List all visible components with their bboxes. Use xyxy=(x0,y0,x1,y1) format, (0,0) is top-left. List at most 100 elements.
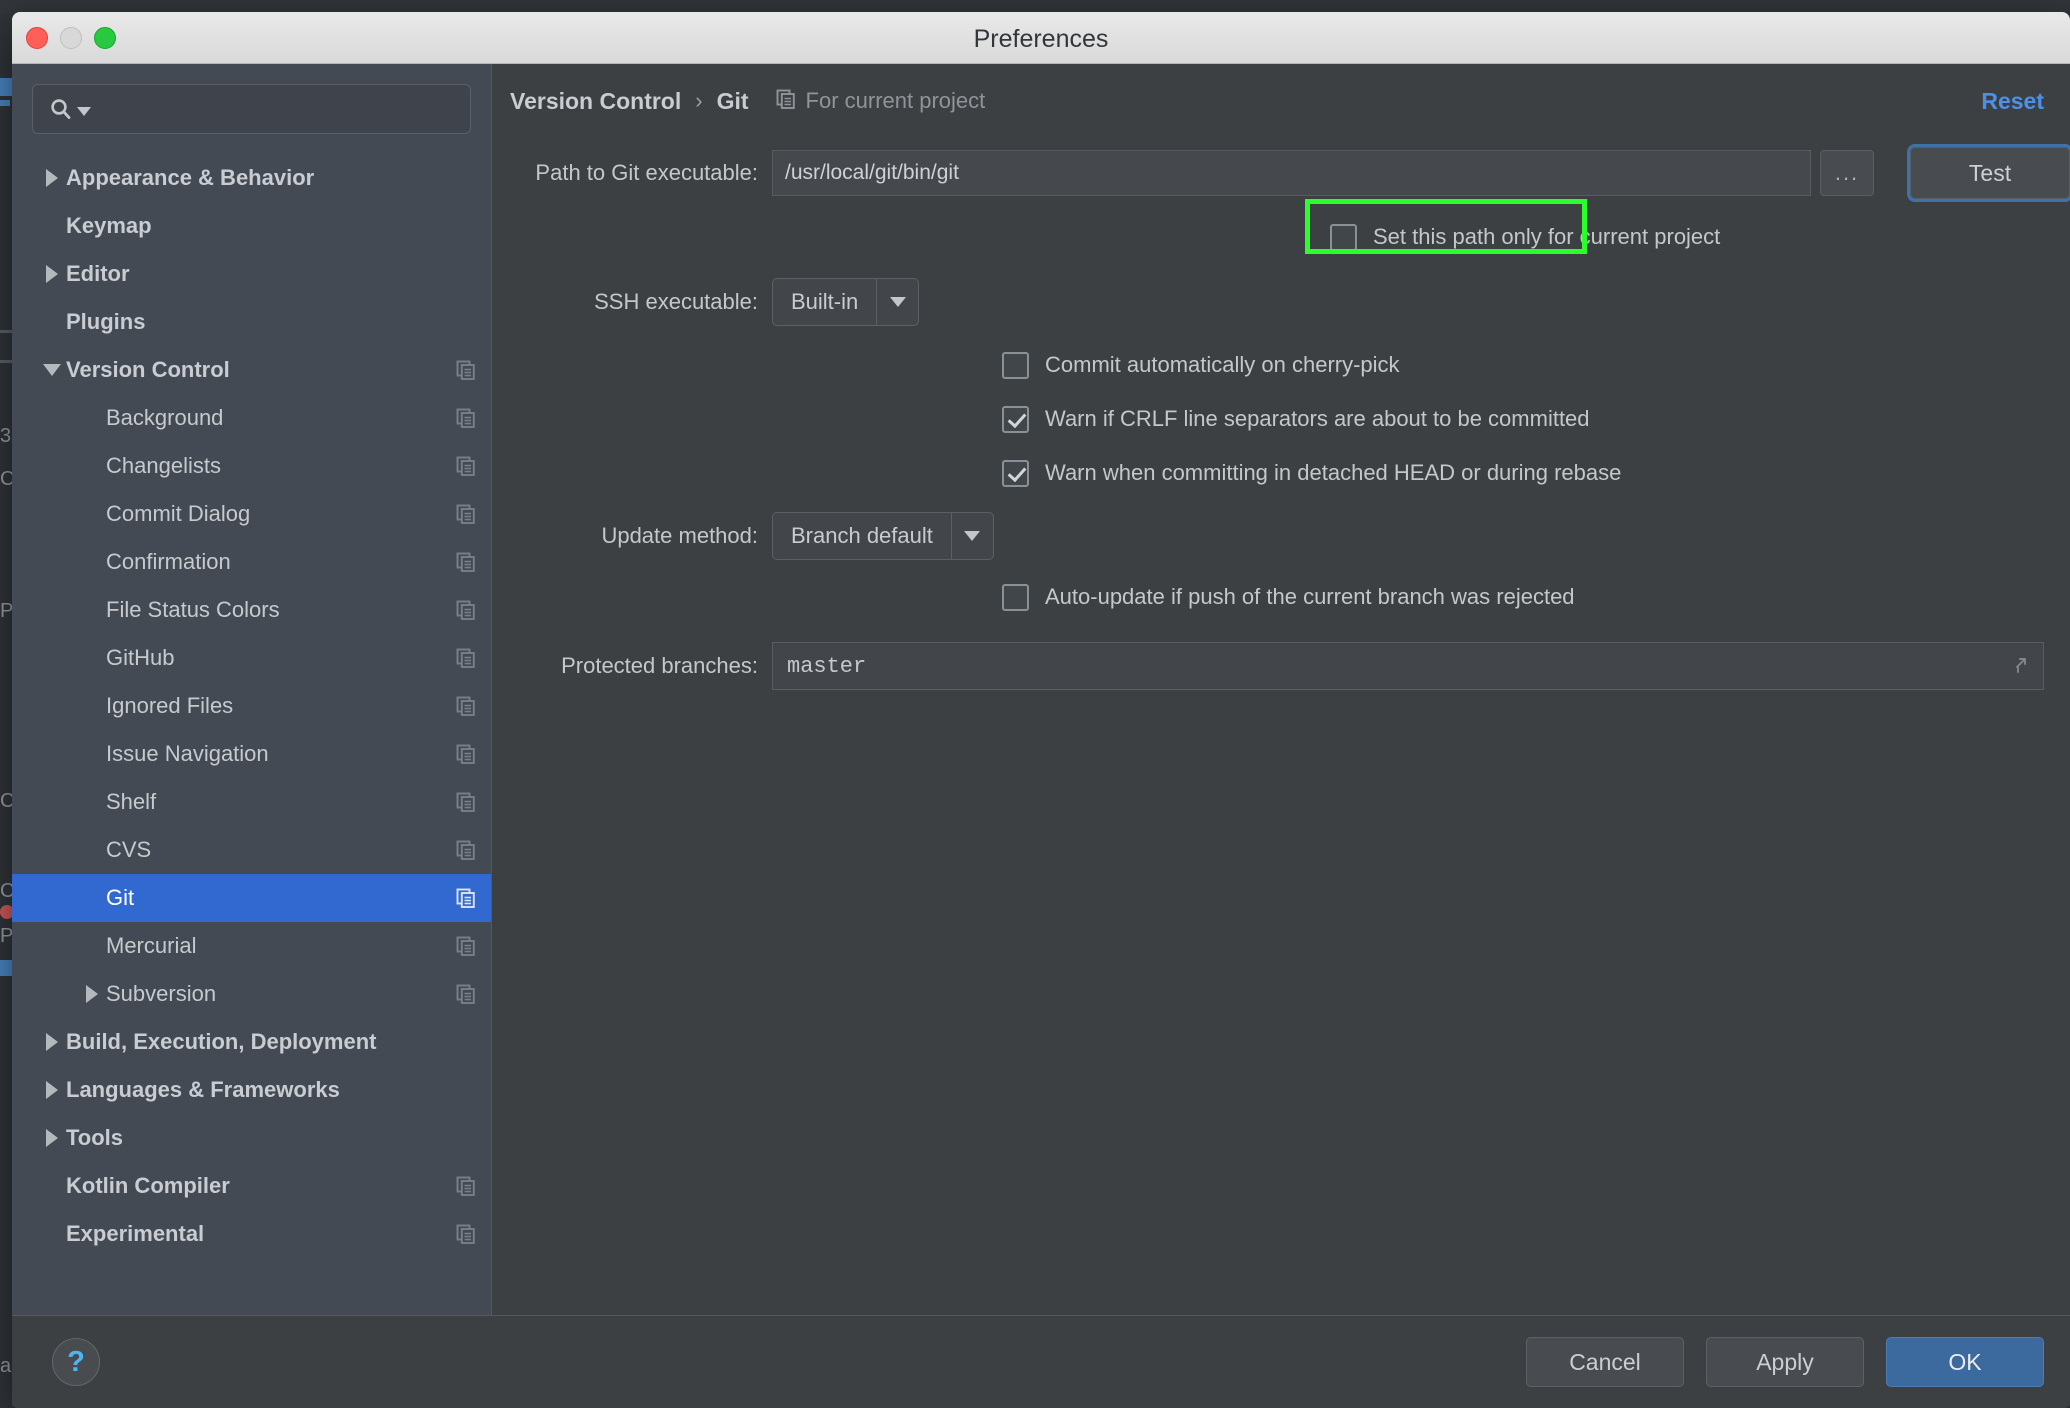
breadcrumb-separator: › xyxy=(695,88,703,113)
copy-icon xyxy=(455,935,477,957)
commit-auto-row: Commit automatically on cherry-pick xyxy=(492,338,2070,392)
sidebar-item-changelists[interactable]: Changelists xyxy=(12,442,491,490)
help-button[interactable]: ? xyxy=(52,1338,100,1386)
sidebar-item-tools[interactable]: Tools xyxy=(12,1114,491,1162)
update-method-label: Update method: xyxy=(601,523,758,548)
chevron-right-icon[interactable] xyxy=(38,1129,66,1147)
cancel-button[interactable]: Cancel xyxy=(1526,1337,1684,1387)
browse-button[interactable]: ... xyxy=(1820,150,1874,196)
sidebar-item-editor[interactable]: Editor xyxy=(12,250,491,298)
commit-auto-label: Commit automatically on cherry-pick xyxy=(1045,352,1400,377)
sidebar-item-label: File Status Colors xyxy=(106,597,280,622)
sidebar-item-label: CVS xyxy=(106,837,152,862)
scope-note-label: For current project xyxy=(805,88,986,113)
update-method-dropdown[interactable]: Branch default xyxy=(772,512,994,560)
chevron-down-icon[interactable] xyxy=(38,364,66,376)
sidebar-item-keymap[interactable]: Keymap xyxy=(12,202,491,250)
set-path-only-label: Set this path only for current project xyxy=(1373,224,1721,249)
sidebar-item-label: Git xyxy=(106,885,135,910)
sidebar-item-experimental[interactable]: Experimental xyxy=(12,1210,491,1258)
auto-update-checkbox[interactable] xyxy=(1002,583,1029,611)
copy-icon xyxy=(455,887,477,909)
reset-link[interactable]: Reset xyxy=(1981,88,2044,115)
test-button[interactable]: Test xyxy=(1907,144,2070,202)
sidebar-item-label: Confirmation xyxy=(106,549,231,574)
sidebar-item-background[interactable]: Background xyxy=(12,394,491,442)
chevron-down-icon[interactable] xyxy=(876,279,918,325)
copy-icon xyxy=(455,983,477,1005)
chevron-right-icon[interactable] xyxy=(38,1033,66,1051)
warn-crlf-label: Warn if CRLF line separators are about t… xyxy=(1045,406,1590,431)
sidebar-item-plugins[interactable]: Plugins xyxy=(12,298,491,346)
sidebar-item-git[interactable]: Git xyxy=(12,874,491,922)
sidebar-item-build-execution-deployment[interactable]: Build, Execution, Deployment xyxy=(12,1018,491,1066)
sidebar-item-appearance-behavior[interactable]: Appearance & Behavior xyxy=(12,154,491,202)
backdrop-accent-2 xyxy=(0,100,10,106)
sidebar-item-label: Subversion xyxy=(106,981,217,1006)
sidebar-item-label: Tools xyxy=(66,1125,124,1150)
chevron-right-icon[interactable] xyxy=(38,169,66,187)
search-filter-chevron-down-icon[interactable] xyxy=(77,106,91,116)
sidebar-item-mercurial[interactable]: Mercurial xyxy=(12,922,491,970)
chevron-right-icon[interactable] xyxy=(38,265,66,283)
scope-note: For current project xyxy=(775,88,986,115)
auto-update-label: Auto-update if push of the current branc… xyxy=(1045,584,1575,609)
copy-icon xyxy=(455,839,477,861)
expand-icon[interactable] xyxy=(2007,655,2029,677)
warn-detached-checkbox[interactable] xyxy=(1002,459,1029,487)
backdrop-line-2 xyxy=(0,360,12,363)
copy-icon xyxy=(455,407,477,429)
sidebar-item-issue-navigation[interactable]: Issue Navigation xyxy=(12,730,491,778)
breadcrumb-parent[interactable]: Version Control xyxy=(510,88,681,115)
warn-detached-row: Warn when committing in detached HEAD or… xyxy=(492,446,2070,500)
sidebar-item-label: Commit Dialog xyxy=(106,501,251,526)
window-titlebar: Preferences xyxy=(12,12,2070,64)
search-box[interactable] xyxy=(32,84,471,134)
preferences-dialog: Preferences Appearance & Behavior Keymap E… xyxy=(12,12,2070,1408)
update-method-row: Update method: Branch default xyxy=(492,504,2070,568)
sidebar-item-subversion[interactable]: Subversion xyxy=(12,970,491,1018)
ok-button[interactable]: OK xyxy=(1886,1337,2044,1387)
sidebar-item-github[interactable]: GitHub xyxy=(12,634,491,682)
sidebar-item-languages-frameworks[interactable]: Languages & Frameworks xyxy=(12,1066,491,1114)
sidebar-item-label: Changelists xyxy=(106,453,221,478)
path-to-git-executable-input[interactable] xyxy=(785,161,1810,185)
sidebar-item-label: Mercurial xyxy=(106,933,197,958)
sidebar-item-confirmation[interactable]: Confirmation xyxy=(12,538,491,586)
set-path-only-checkbox[interactable] xyxy=(1330,223,1357,251)
set-path-only-row: Set this path only for current project xyxy=(492,210,2070,264)
sidebar-item-version-control[interactable]: Version Control xyxy=(12,346,491,394)
sidebar-item-kotlin-compiler[interactable]: Kotlin Compiler xyxy=(12,1162,491,1210)
chevron-right-icon[interactable] xyxy=(38,1081,66,1099)
sidebar-item-label: GitHub xyxy=(106,645,175,670)
protected-branches-input[interactable] xyxy=(787,653,2007,679)
commit-auto-checkbox[interactable] xyxy=(1002,351,1029,379)
copy-icon xyxy=(455,695,477,717)
sidebar-item-commit-dialog[interactable]: Commit Dialog xyxy=(12,490,491,538)
sidebar-item-label: Issue Navigation xyxy=(106,741,269,766)
sidebar-item-label: Shelf xyxy=(106,789,157,814)
sidebar-item-file-status-colors[interactable]: File Status Colors xyxy=(12,586,491,634)
chevron-right-icon[interactable] xyxy=(78,985,106,1003)
copy-icon xyxy=(455,1223,477,1245)
sidebar-item-ignored-files[interactable]: Ignored Files xyxy=(12,682,491,730)
path-to-git-row: Path to Git executable: ... Test xyxy=(492,144,2070,202)
ssh-executable-dropdown[interactable]: Built-in xyxy=(772,278,920,326)
copy-icon xyxy=(455,647,477,669)
copy-icon xyxy=(455,791,477,813)
warn-crlf-checkbox[interactable] xyxy=(1002,405,1029,433)
protected-branches-field[interactable] xyxy=(772,642,2044,690)
ssh-executable-label: SSH executable: xyxy=(594,289,758,314)
path-to-git-field[interactable] xyxy=(772,150,1811,196)
ssh-executable-value: Built-in xyxy=(791,289,859,314)
search-input[interactable] xyxy=(95,97,470,121)
warn-detached-label: Warn when committing in detached HEAD or… xyxy=(1045,460,1622,485)
breadcrumb-current: Git xyxy=(716,87,749,114)
sidebar-item-cvs[interactable]: CVS xyxy=(12,826,491,874)
sidebar-item-label: Editor xyxy=(66,261,130,286)
backdrop-line-1 xyxy=(0,330,12,333)
sidebar-item-shelf[interactable]: Shelf xyxy=(12,778,491,826)
apply-button[interactable]: Apply xyxy=(1706,1337,1864,1387)
sidebar-item-label: Build, Execution, Deployment xyxy=(66,1029,377,1054)
chevron-down-icon[interactable] xyxy=(950,513,993,559)
